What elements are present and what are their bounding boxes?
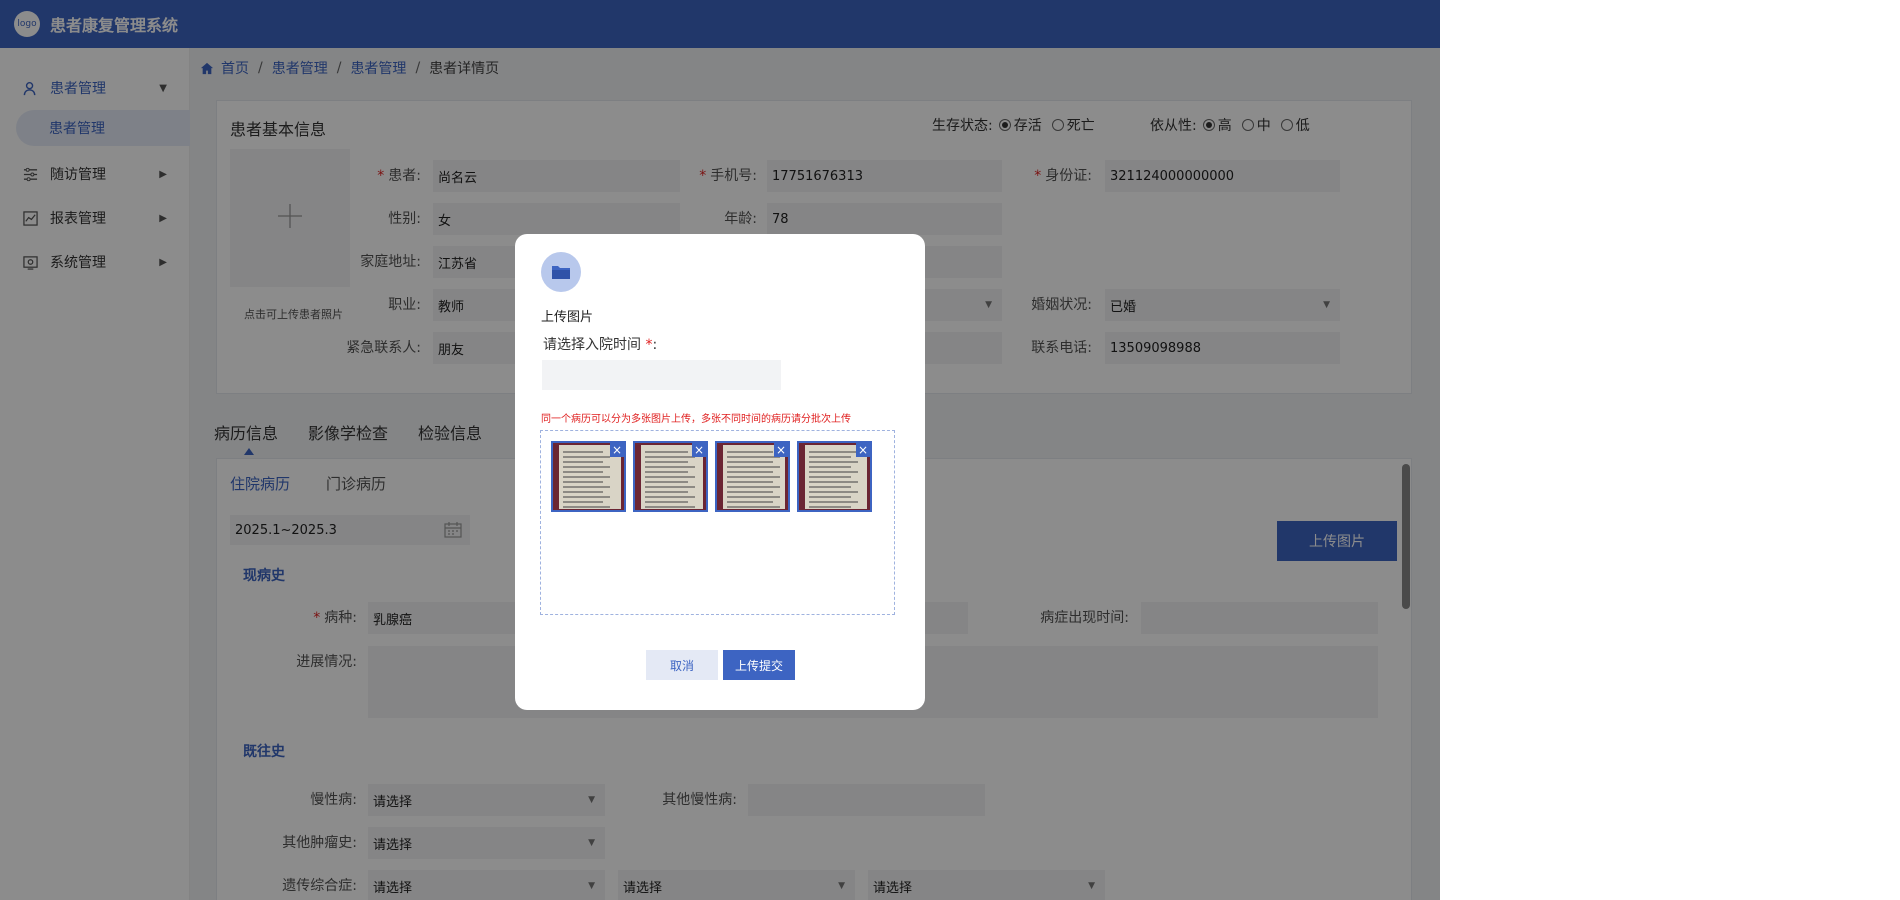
remove-image-icon[interactable]: × bbox=[856, 443, 870, 457]
admission-date-label: 请选择入院时间 *: bbox=[543, 337, 658, 353]
remove-image-icon[interactable]: × bbox=[774, 443, 788, 457]
remove-image-icon[interactable]: × bbox=[610, 443, 624, 457]
remove-image-icon[interactable]: × bbox=[692, 443, 706, 457]
upload-note: 同一个病历可以分为多张图片上传，多张不同时间的病历请分批次上传 bbox=[541, 414, 851, 425]
admission-date-input[interactable] bbox=[542, 360, 781, 390]
uploaded-image-thumbnail[interactable]: × bbox=[633, 441, 708, 512]
folder-icon bbox=[541, 252, 581, 292]
upload-image-modal: 上传图片 请选择入院时间 *: 同一个病历可以分为多张图片上传，多张不同时间的病… bbox=[515, 234, 925, 710]
submit-upload-button[interactable]: 上传提交 bbox=[723, 650, 795, 680]
modal-title: 上传图片 bbox=[541, 310, 594, 325]
image-drop-zone[interactable]: × × × × bbox=[540, 430, 895, 615]
uploaded-image-thumbnail[interactable]: × bbox=[715, 441, 790, 512]
app-window: logo 患者康复管理系统 患者管理 ▼ 患者管理 随访管理 ▶ 报表管理 ▶ bbox=[0, 0, 1440, 900]
cancel-button[interactable]: 取消 bbox=[646, 650, 718, 680]
uploaded-image-thumbnail[interactable]: × bbox=[797, 441, 872, 512]
uploaded-image-thumbnail[interactable]: × bbox=[551, 441, 626, 512]
